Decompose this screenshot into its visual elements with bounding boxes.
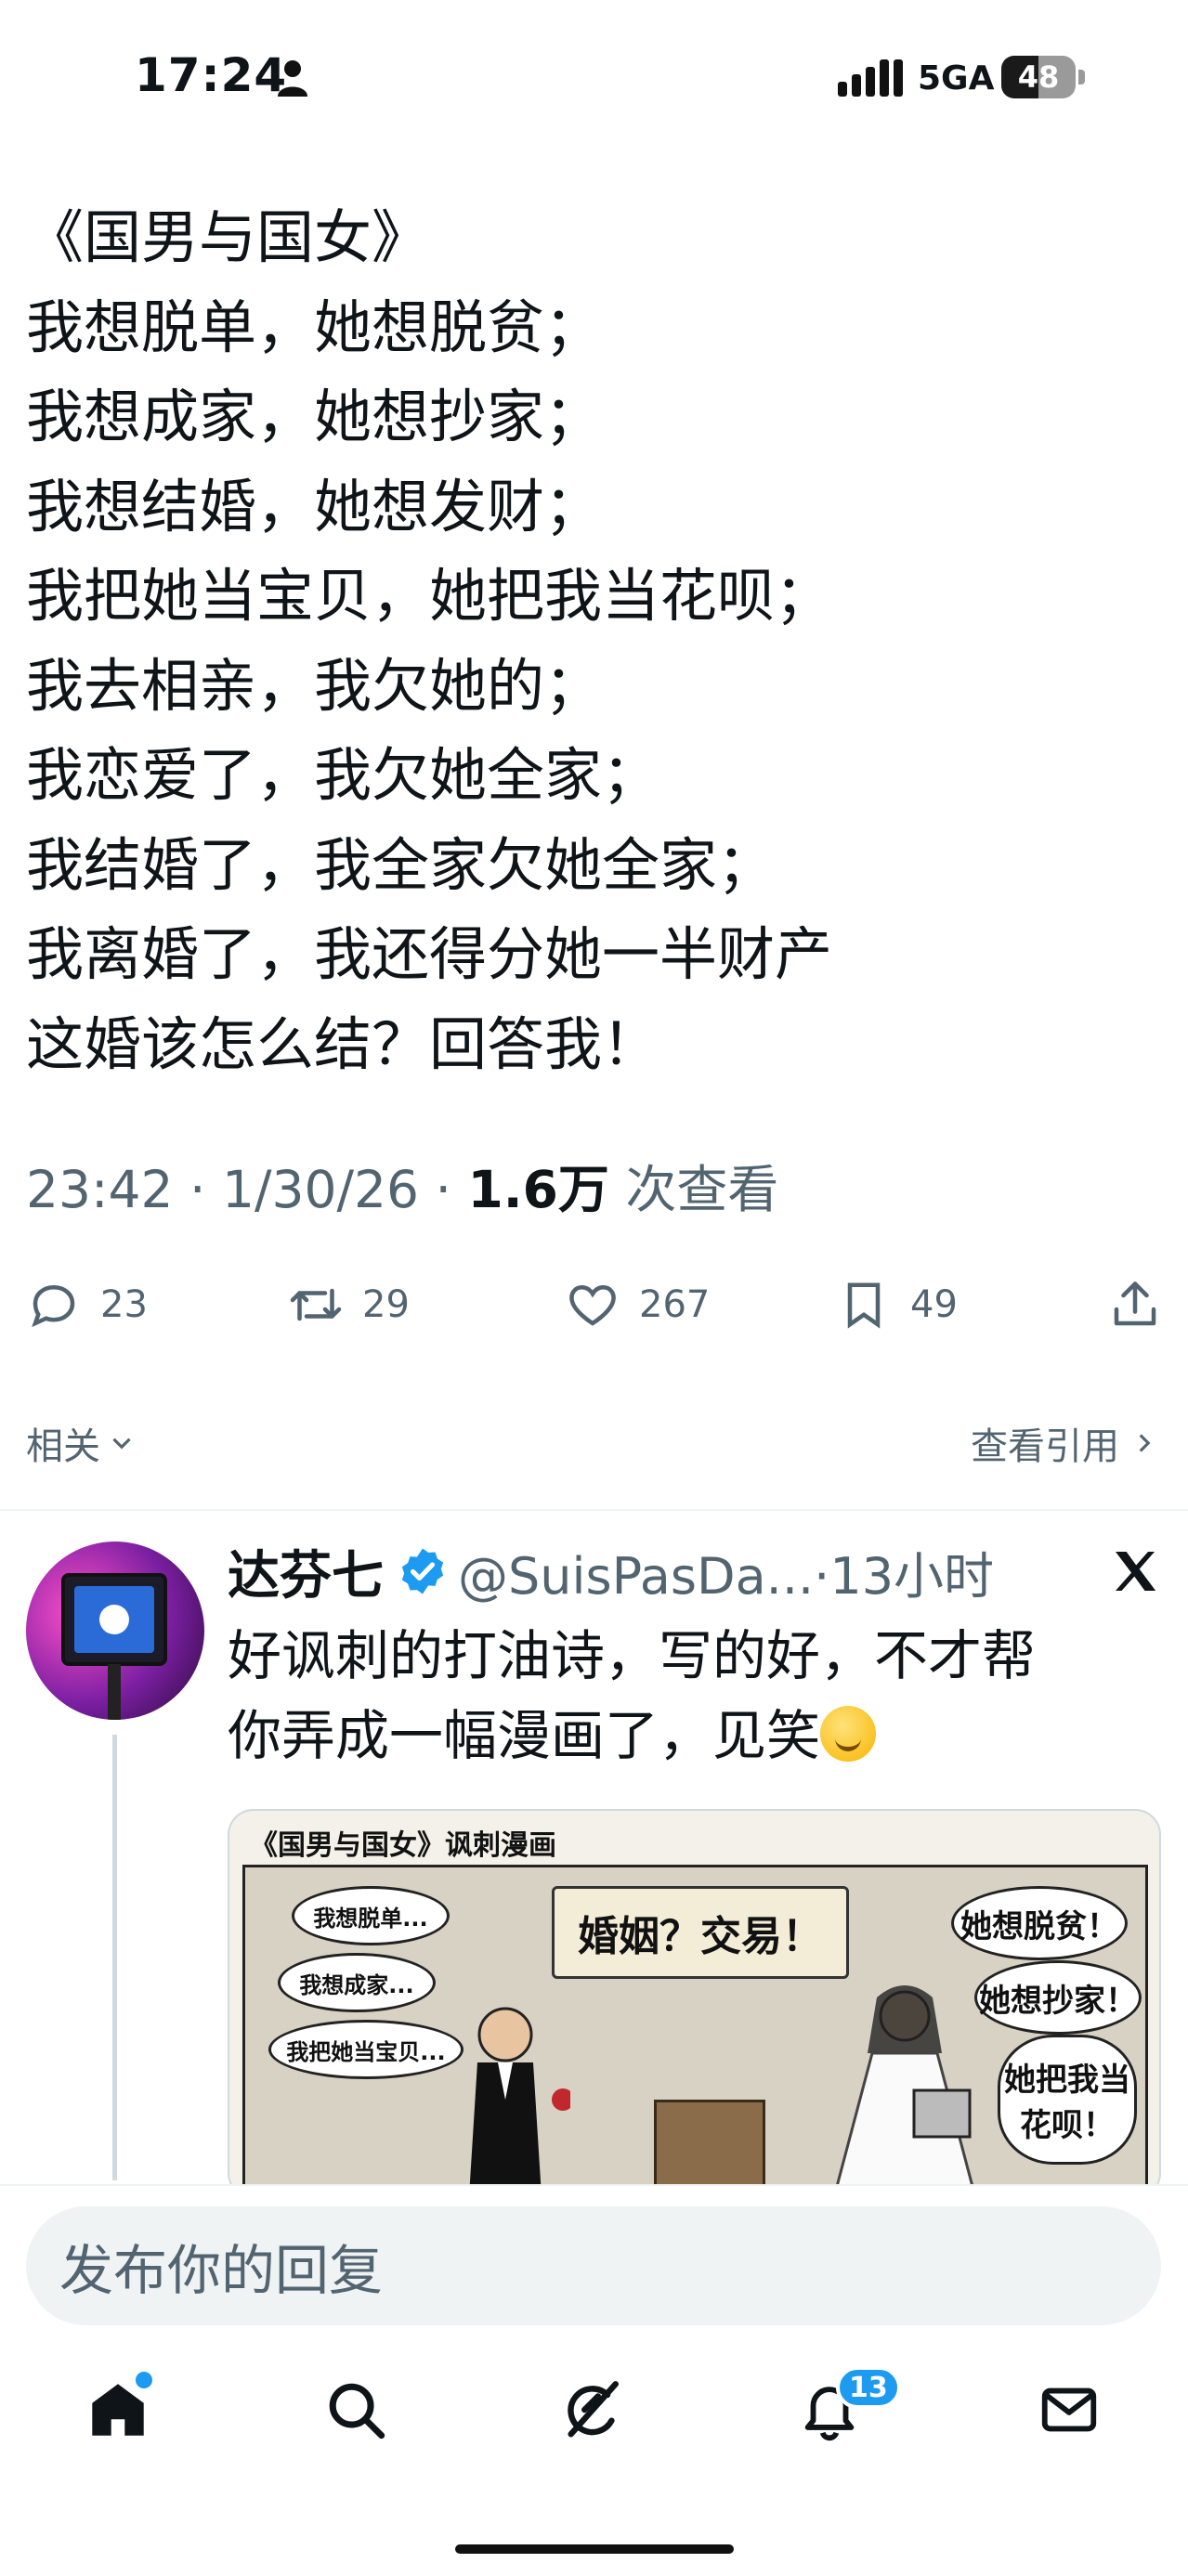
hugging-face-emoji-icon (820, 1706, 877, 1762)
share-icon (1114, 1281, 1156, 1326)
comic-image: 婚姻？交易！ 我想脱单... 我想成家... 我把她当宝贝... 她想脱贫！ 她… (242, 1865, 1148, 2197)
like-count: 267 (639, 1283, 711, 1326)
comic-bubble: 我把她当宝贝... (268, 2020, 463, 2079)
grok-icon (568, 2381, 619, 2438)
tweet-line: 我结婚了，我全家欠她全家； (26, 830, 776, 899)
heart-icon (569, 1284, 616, 1326)
view-label: 次查看 (625, 1160, 779, 1219)
like-button[interactable]: 267 (565, 1272, 710, 1337)
reply-handle[interactable]: @SuisPasDa...·13小时 (458, 1535, 994, 1608)
reply-line: 你弄成一幅漫画了，见笑 (228, 1704, 821, 1767)
comic-banner: 婚姻？交易！ (552, 1886, 849, 1979)
bookmark-icon (847, 1282, 881, 1329)
avatar-image (61, 1573, 167, 1720)
reply-button[interactable]: 23 (26, 1272, 148, 1337)
bottom-nav: 13 (0, 2359, 1188, 2470)
nav-messages[interactable] (1037, 2377, 1102, 2442)
reply-count: 23 (100, 1283, 148, 1326)
related-dropdown[interactable]: 相关 (26, 1416, 137, 1470)
tweet-line: 我想脱单，她想脱贫； (26, 293, 603, 361)
notification-badge: 13 (836, 2366, 901, 2409)
person-icon (278, 60, 307, 97)
battery-level: 48 (1017, 59, 1060, 95)
tweet-line: 《国男与国女》 (26, 203, 430, 271)
share-button[interactable] (1107, 1272, 1163, 1337)
chevron-right-icon (1139, 1434, 1151, 1452)
comic-bubble: 她把我当花呗！ (998, 2035, 1137, 2165)
meta-separator: · (435, 1160, 451, 1219)
view-quotes-link[interactable]: 查看引用 (971, 1416, 1160, 1470)
tweet-meta: 23:42 · 1/30/26 · 1.6万 次查看 (26, 1148, 778, 1222)
bookmark-count: 49 (910, 1283, 958, 1326)
network-label: 5GA (918, 59, 995, 98)
related-label: 相关 (26, 1425, 100, 1468)
comic-bubble: 她想脱贫！ (951, 1886, 1128, 1960)
signal-icon (838, 59, 903, 97)
mail-icon (1041, 2387, 1097, 2432)
tweet-date[interactable]: 1/30/26 (222, 1160, 419, 1219)
comic-bubble: 她想抄家！ (974, 1960, 1142, 2035)
retweet-button[interactable]: 29 (288, 1272, 410, 1337)
reply-line: 好讽刺的打油诗，写的好，不才帮 (228, 1624, 1037, 1687)
reply-header: 达芬七 @SuisPasDa...·13小时 (228, 1534, 994, 1608)
tweet-line: 我把她当宝贝，她把我当花呗； (26, 562, 833, 630)
reply-input[interactable]: 发布你的回复 (26, 2206, 1161, 2325)
comic-title: 《国男与国女》讽刺漫画 (250, 1829, 556, 1862)
meta-separator: · (189, 1160, 206, 1219)
tweet-line: 我离婚了，我还得分她一半财产 (26, 920, 833, 988)
retweet-icon (290, 1288, 342, 1321)
tweet-line: 我想成家，她想抄家； (26, 383, 603, 450)
retweet-count: 29 (362, 1283, 410, 1326)
comic-bubble: 我想脱单... (292, 1886, 450, 1945)
tweet-time[interactable]: 23:42 (26, 1160, 174, 1219)
reply-media-card[interactable]: 《国男与国女》讽刺漫画 婚姻？交易！ 我想脱单... 我想成家... 我把她当宝… (228, 1809, 1161, 2199)
home-notification-dot (136, 2372, 152, 2388)
reply-icon (32, 1284, 75, 1328)
reply-author-name[interactable]: 达芬七 (228, 1534, 384, 1609)
search-icon (329, 2383, 385, 2439)
avatar[interactable] (26, 1542, 204, 1720)
status-time: 17:24 (135, 48, 288, 102)
tweet-text: 《国男与国女》 我想脱单，她想脱贫； 我想成家，她想抄家； 我想结婚，她想发财；… (26, 193, 1168, 1089)
status-bar: 17:24 5GA 48 (0, 0, 1188, 158)
divider (0, 1509, 1188, 1511)
chevron-down-icon (112, 1438, 131, 1450)
reply-text: 好讽刺的打油诗，写的好，不才帮 你弄成一幅漫画了，见笑 (228, 1616, 1166, 1776)
tweet-line: 我去相亲，我欠她的； (26, 651, 603, 720)
tweet-line: 这婚该怎么结？回答我！ (26, 1009, 660, 1078)
thread-line (112, 1735, 117, 2180)
comic-bubble: 我想成家... (278, 1953, 436, 2012)
reply-placeholder: 发布你的回复 (59, 2239, 384, 2302)
bride-figure (832, 1985, 977, 2196)
bookmark-button[interactable]: 49 (836, 1272, 958, 1337)
home-indicator (455, 2544, 734, 2554)
tweet-actions: 23 29 267 49 (0, 1272, 1188, 1337)
nav-search[interactable] (323, 2377, 388, 2442)
battery-icon: 48 (1001, 56, 1085, 98)
reply-line-2: 你弄成一幅漫画了，见笑 (228, 1696, 1166, 1776)
view-count[interactable]: 1.6万 (467, 1160, 608, 1219)
x-logo-icon (1116, 1552, 1156, 1591)
view-quotes-label: 查看引用 (971, 1425, 1119, 1468)
nav-grok[interactable] (560, 2377, 625, 2442)
tweet-line: 我想结婚，她想发财； (26, 472, 603, 540)
verified-badge-icon (401, 1548, 444, 1594)
groom-figure (469, 2007, 570, 2196)
tweet-line: 我恋爱了，我欠她全家； (26, 741, 660, 809)
